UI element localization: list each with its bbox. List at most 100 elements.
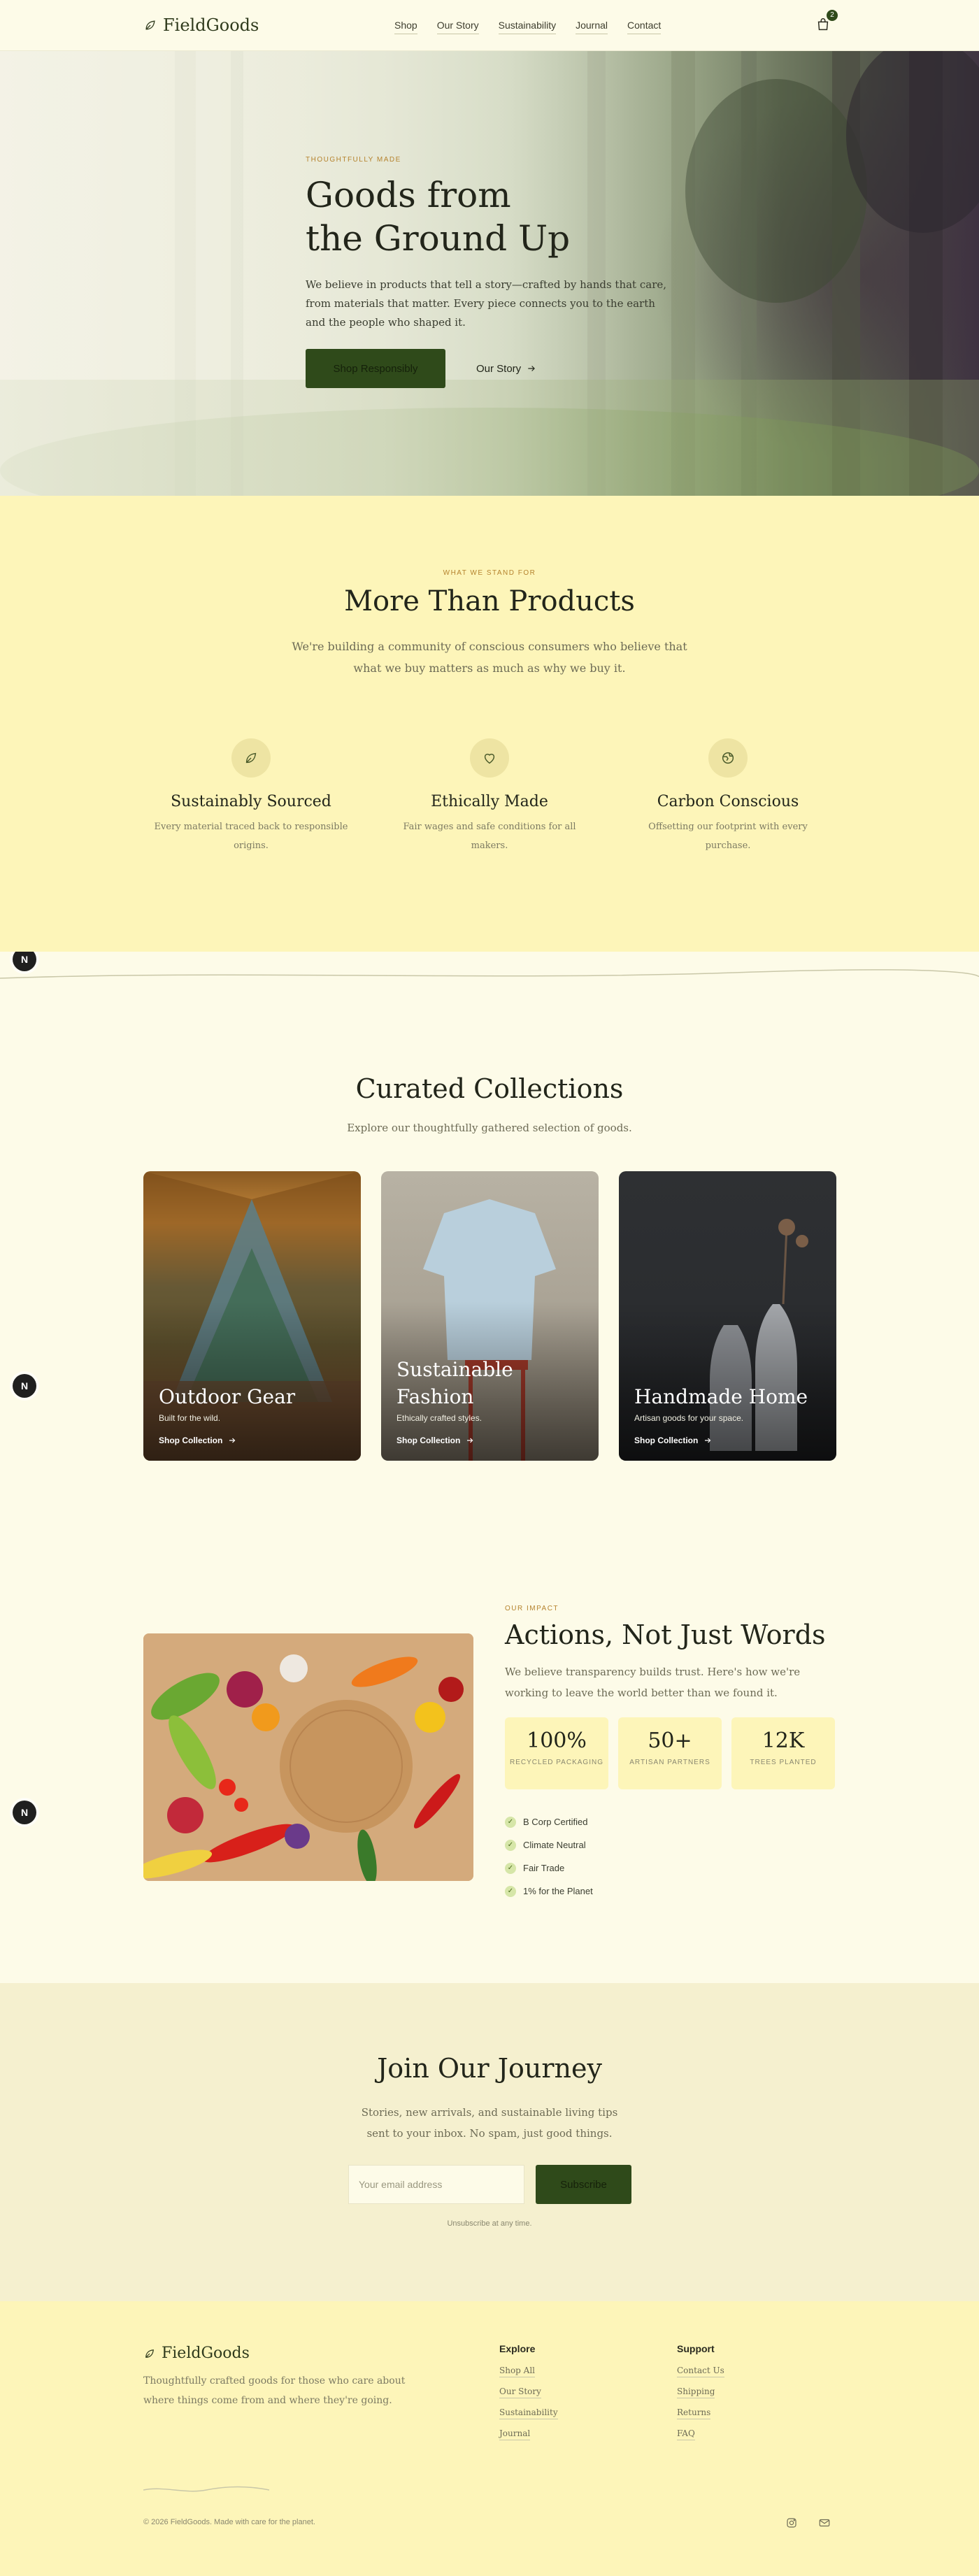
footer-link[interactable]: Shop All [499,2366,536,2377]
certification-label: Fair Trade [523,1863,565,1873]
footer-link[interactable]: Sustainability [499,2407,558,2419]
hero-content: THOUGHTFULLY MADE Goods from the Ground … [306,156,669,388]
brand-logo[interactable]: FieldGoods [143,15,259,35]
stat-card: 50+ ARTISAN PARTNERS [618,1717,722,1789]
certification-label: 1% for the Planet [523,1886,593,1896]
value-text: Offsetting our footprint with every purc… [648,822,808,851]
footer-link[interactable]: Shipping [677,2387,715,2398]
footer-link[interactable]: FAQ [677,2428,695,2440]
shop-collection-link[interactable]: Shop Collection [634,1436,823,1445]
footer-link[interactable]: Journal [499,2428,531,2440]
shop-collection-link[interactable]: Shop Collection [159,1436,348,1445]
email-input[interactable]: Your email address [348,2165,524,2204]
arrow-right-icon [229,1438,236,1443]
vegetables-image [143,1633,473,1881]
stat-value: 50+ [648,1729,692,1753]
top-nav: FieldGoods Shop Our Story Sustainability… [0,0,979,51]
card-tagline: Built for the wild. [159,1413,221,1423]
stat-value: 12K [762,1729,805,1753]
hero-title-line2: the Ground Up [306,218,571,259]
stat-card: 100% RECYCLED PACKAGING [505,1717,608,1789]
footer-link[interactable]: Contact Us [677,2366,724,2377]
instagram-icon[interactable] [785,2517,798,2529]
value-title: Ethically Made [431,793,548,810]
check-icon: ✓ [505,1839,516,1851]
footer-brand-name: FieldGoods [162,2345,250,2362]
subscribe-button[interactable]: Subscribe [536,2165,631,2204]
floating-avatar-button[interactable]: N [13,1374,36,1398]
card-tagline: Ethically crafted styles. [396,1413,483,1423]
shop-collection-label: Shop Collection [634,1436,699,1445]
hero-body: We believe in products that tell a story… [306,278,667,329]
our-story-link[interactable]: Our Story [476,363,536,375]
value-text: Fair wages and safe conditions for all m… [403,822,576,851]
card-text: Handmade Home Artisan goods for your spa… [634,1383,823,1445]
leaf-icon [145,2349,154,2358]
hero-eyebrow: THOUGHTFULLY MADE [306,156,401,164]
footer: FieldGoods Thoughtfully crafted goods fo… [0,2301,979,2576]
nav-link-journal[interactable]: Journal [576,20,608,34]
newsletter-title: Join Our Journey [377,2053,602,2084]
nav-link-contact[interactable]: Contact [627,20,662,34]
certification-label: Climate Neutral [523,1840,586,1850]
newsletter-section: Join Our Journey Stories, new arrivals, … [0,1983,979,2301]
footer-link[interactable]: Returns [677,2407,711,2419]
value-title: Carbon Conscious [657,793,799,810]
collections-subtitle: Explore our thoughtfully gathered select… [347,1122,632,1134]
heart-icon [470,738,509,778]
stat-label: TREES PLANTED [750,1759,817,1766]
footer-support-column: Support Contact Us Shipping Returns FAQ [677,2343,724,2440]
floating-avatar-button[interactable]: N [13,1801,36,1824]
nav-link-shop[interactable]: Shop [394,20,417,34]
hero-title: Goods from the Ground Up [306,173,669,260]
wave-divider [0,969,979,979]
certification-list: ✓ B Corp Certified ✓ Climate Neutral ✓ Fair… [505,1810,841,1903]
hero-title-line1: Goods from [306,175,511,215]
impact-title: Actions, Not Just Words [505,1619,826,1650]
value-card: Carbon Conscious Offsetting our footprin… [630,738,826,855]
footer-link[interactable]: Our Story [499,2387,541,2398]
arrow-right-icon [705,1438,711,1443]
values-subtitle: We're building a community of conscious … [292,640,687,675]
impact-content: OUR IMPACT Actions, Not Just Words We be… [505,1605,841,1903]
card-tagline: Artisan goods for your space. [634,1413,744,1423]
card-title: Sustainable Fashion [396,1358,513,1408]
values-eyebrow: WHAT WE STAND FOR [443,569,536,577]
list-item: ✓ B Corp Certified [505,1810,841,1833]
shop-collection-link[interactable]: Shop Collection [396,1436,585,1445]
globe-icon [708,738,748,778]
footer-column-title: Explore [499,2343,536,2354]
value-card: Ethically Made Fair wages and safe condi… [392,738,587,855]
shop-responsibly-button[interactable]: Shop Responsibly [306,349,445,388]
mail-icon[interactable] [818,2517,831,2529]
shop-collection-label: Shop Collection [396,1436,461,1445]
certification-label: B Corp Certified [523,1817,588,1827]
collection-card-outdoor-gear[interactable]: Outdoor Gear Built for the wild. Shop Co… [143,1171,361,1461]
newsletter-subtitle: Stories, new arrivals, and sustainable l… [361,2106,618,2140]
card-text: Sustainable Fashion Ethically crafted st… [396,1356,585,1445]
values-title: More Than Products [344,585,635,617]
unsubscribe-note: Unsubscribe at any time. [447,2219,532,2228]
check-icon: ✓ [505,1816,516,1828]
nav-link-our-story[interactable]: Our Story [436,20,479,34]
hero-section: THOUGHTFULLY MADE Goods from the Ground … [0,51,979,496]
shop-collection-label: Shop Collection [159,1436,223,1445]
card-title: Handmade Home [634,1385,808,1408]
brand-name: FieldGoods [163,15,259,35]
values-section: WHAT WE STAND FOR More Than Products We'… [0,496,979,952]
footer-explore-column: Explore Shop All Our Story Sustainabilit… [499,2343,558,2440]
cart-button[interactable]: 2 [815,10,838,35]
footer-brand-logo[interactable]: FieldGoods [143,2345,250,2362]
decorative-wave [143,2486,269,2492]
collection-card-sustainable-fashion[interactable]: Sustainable Fashion Ethically crafted st… [381,1171,599,1461]
nav-link-sustainability[interactable]: Sustainability [498,20,557,34]
leaf-icon [145,20,155,30]
check-icon: ✓ [505,1885,516,1897]
card-text: Outdoor Gear Built for the wild. Shop Co… [159,1383,348,1445]
footer-column-title: Support [677,2343,715,2354]
card-title: Outdoor Gear [159,1385,296,1408]
stat-label: RECYCLED PACKAGING [510,1759,603,1766]
value-text: Every material traced back to responsibl… [154,822,348,851]
hero-actions: Shop Responsibly Our Story [306,349,669,388]
collection-card-handmade-home[interactable]: Handmade Home Artisan goods for your spa… [619,1171,836,1461]
